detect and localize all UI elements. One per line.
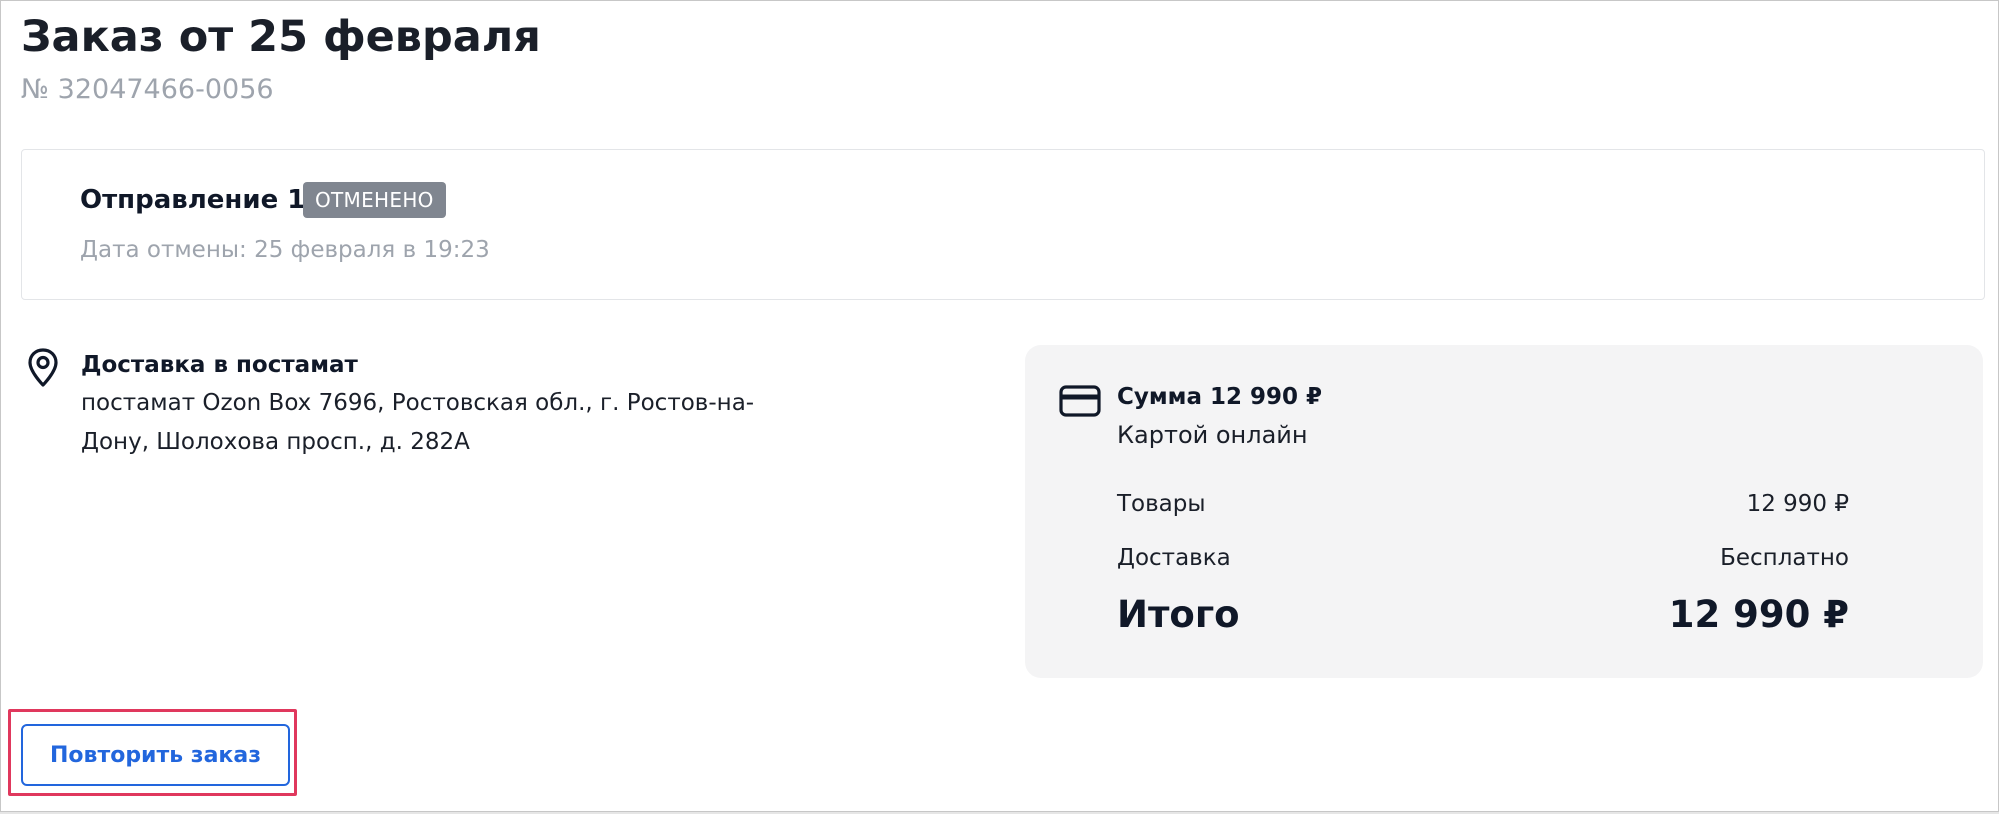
goods-label: Товары — [1117, 491, 1206, 517]
delivery-cost-label: Доставка — [1117, 545, 1231, 571]
page-title: Заказ от 25 февраля — [21, 12, 541, 62]
shipment-card: Отправление 1 ОТМЕНЕНО Дата отмены: 25 ф… — [21, 149, 1985, 300]
credit-card-icon — [1059, 385, 1101, 417]
sum-title: Сумма 12 990 ₽ — [1117, 384, 1323, 410]
delivery-title: Доставка в постамат — [81, 352, 358, 378]
cancel-date: Дата отмены: 25 февраля в 19:23 — [80, 237, 490, 263]
goods-value: 12 990 ₽ — [1746, 491, 1849, 517]
delivery-address: постамат Ozon Box 7696, Ростовская обл.,… — [81, 390, 755, 455]
total-value: 12 990 ₽ — [1668, 593, 1849, 636]
payment-summary: Сумма 12 990 ₽ Картой онлайн Товары 12 9… — [1025, 345, 1983, 678]
delivery-cost-value: Бесплатно — [1720, 545, 1849, 571]
payment-method: Картой онлайн — [1117, 421, 1308, 449]
status-badge: ОТМЕНЕНО — [303, 182, 446, 218]
order-number: № 32047466-0056 — [21, 74, 274, 105]
shipment-title: Отправление 1 — [80, 185, 306, 215]
map-pin-icon — [28, 348, 58, 387]
repeat-order-button[interactable]: Повторить заказ — [21, 724, 290, 786]
order-details-page: Заказ от 25 февраля № 32047466-0056 Отпр… — [0, 0, 1999, 812]
total-label: Итого — [1117, 593, 1240, 636]
